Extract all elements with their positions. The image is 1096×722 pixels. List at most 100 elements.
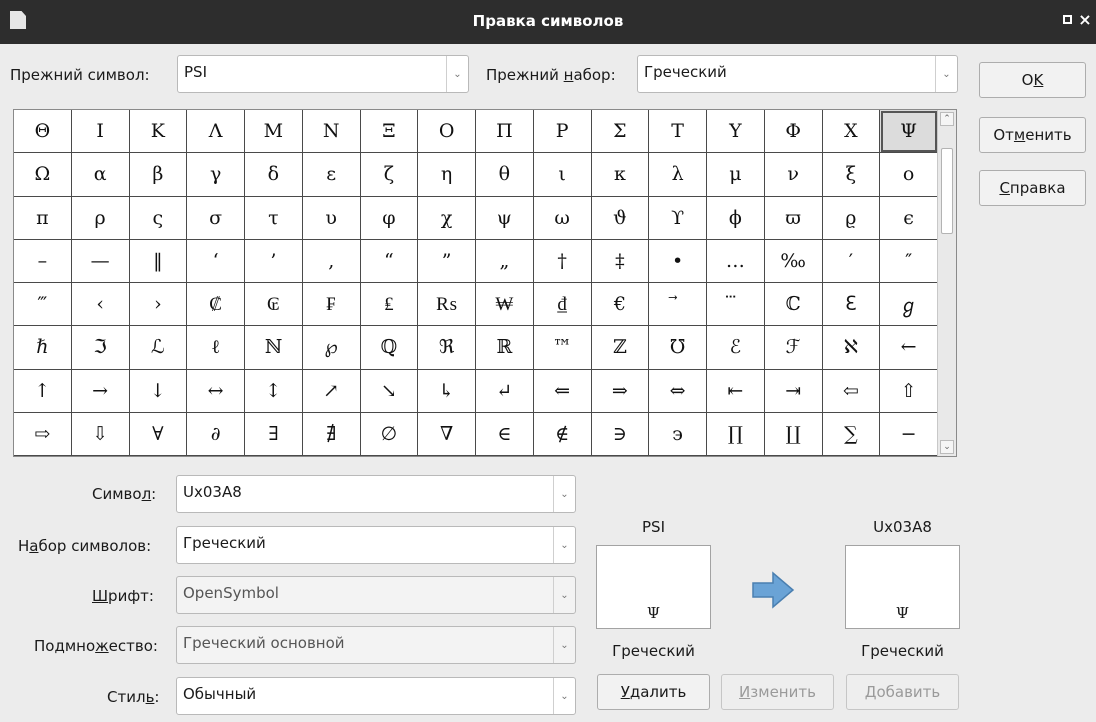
- maximize-icon[interactable]: [1058, 10, 1076, 30]
- symbol-cell[interactable]: α: [71, 153, 130, 197]
- symbol-cell[interactable]: Π: [476, 110, 534, 154]
- symbol-cell[interactable]: ℒ: [129, 326, 188, 370]
- modify-button[interactable]: Изменить: [721, 674, 834, 710]
- symbol-cell[interactable]: ∃: [245, 412, 303, 456]
- symbol-cell[interactable]: “: [360, 239, 419, 283]
- symbol-cell[interactable]: λ: [649, 153, 707, 197]
- scroll-up-icon[interactable]: ⌃: [940, 112, 954, 126]
- ok-button[interactable]: OK: [979, 62, 1086, 98]
- symbol-cell[interactable]: ϕ: [707, 196, 765, 240]
- symbol-cell[interactable]: ℇ: [822, 283, 881, 327]
- symbol-cell[interactable]: Μ: [245, 110, 303, 154]
- old-set-combobox[interactable]: Греческий ⌄: [637, 55, 958, 93]
- symbol-cell[interactable]: κ: [591, 153, 650, 197]
- symbol-cell[interactable]: –: [14, 239, 72, 283]
- symbol-cell[interactable]: ⇥: [764, 369, 823, 413]
- symbol-cell[interactable]: ℰ: [707, 326, 765, 370]
- symbol-cell[interactable]: Φ: [764, 110, 823, 154]
- symbol-cell[interactable]: Λ: [187, 110, 245, 154]
- symbol-cell[interactable]: ‰: [764, 239, 823, 283]
- symbol-cell[interactable]: ι: [533, 153, 592, 197]
- symbol-cell[interactable]: Σ: [591, 110, 650, 154]
- symbol-cell[interactable]: ε: [302, 153, 361, 197]
- symbol-cell[interactable]: ⇧: [880, 369, 938, 413]
- symbol-cell[interactable]: ρ: [71, 196, 130, 240]
- symbol-combobox[interactable]: Ux03A8 ⌄: [176, 475, 576, 513]
- symbol-cell[interactable]: ℝ: [476, 326, 534, 370]
- symbol-cell[interactable]: Ν: [302, 110, 361, 154]
- symbol-cell[interactable]: ‹: [71, 283, 130, 327]
- help-button[interactable]: Справка: [979, 170, 1086, 206]
- chevron-down-icon[interactable]: ⌄: [553, 527, 575, 563]
- symbol-cell[interactable]: ∋: [591, 412, 650, 456]
- symbol-cell[interactable]: β: [129, 153, 188, 197]
- symbol-cell[interactable]: ₩: [476, 283, 534, 327]
- symbol-cell[interactable]: •: [649, 239, 707, 283]
- symbol-cell[interactable]: ⇒: [591, 369, 650, 413]
- symbol-cell[interactable]: €: [591, 283, 650, 327]
- symbol-cell[interactable]: ↑: [14, 369, 72, 413]
- old-symbol-combobox[interactable]: PSI ⌄: [177, 55, 469, 93]
- symbol-cell[interactable]: †: [533, 239, 592, 283]
- symbol-cell[interactable]: ⇤: [707, 369, 765, 413]
- symbol-cell[interactable]: ζ: [360, 153, 419, 197]
- symbol-cell[interactable]: ⇦: [822, 369, 881, 413]
- symbol-cell[interactable]: φ: [360, 196, 419, 240]
- symbol-cell[interactable]: ∉: [533, 412, 592, 456]
- symbol-cell[interactable]: ∂: [187, 412, 245, 456]
- symbol-cell[interactable]: ϱ: [822, 196, 881, 240]
- symbol-cell[interactable]: ’: [245, 239, 303, 283]
- symbol-cell[interactable]: ₤: [360, 283, 419, 327]
- symbol-cell[interactable]: π: [14, 196, 72, 240]
- symbol-cell[interactable]: ₢: [245, 283, 303, 327]
- symbol-cell[interactable]: ν: [764, 153, 823, 197]
- symbol-cell[interactable]: ο: [880, 153, 938, 197]
- symbol-cell[interactable]: ∈: [476, 412, 534, 456]
- symbol-cell[interactable]: υ: [302, 196, 361, 240]
- symbol-cell[interactable]: ₫: [533, 283, 592, 327]
- symbol-cell[interactable]: ℱ: [764, 326, 823, 370]
- symbol-cell[interactable]: ‴: [14, 283, 72, 327]
- symbol-cell[interactable]: „: [476, 239, 534, 283]
- symbol-cell[interactable]: ⇐: [533, 369, 592, 413]
- symbol-cell[interactable]: ς: [129, 196, 188, 240]
- symbol-cell[interactable]: ξ: [822, 153, 881, 197]
- symbol-cell[interactable]: ℘: [302, 326, 361, 370]
- chevron-down-icon[interactable]: ⌄: [446, 56, 468, 92]
- delete-button[interactable]: Удалить: [597, 674, 710, 710]
- symbol-cell[interactable]: ℓ: [187, 326, 245, 370]
- symbol-cell[interactable]: Τ: [649, 110, 707, 154]
- symbol-cell[interactable]: ϒ: [649, 196, 707, 240]
- symbol-cell[interactable]: Υ: [707, 110, 765, 154]
- symbol-cell[interactable]: Ρ: [533, 110, 592, 154]
- symbol-cell[interactable]: ϵ: [880, 196, 938, 240]
- symbol-cell[interactable]: ϑ: [591, 196, 650, 240]
- symbol-cell[interactable]: ℵ: [822, 326, 881, 370]
- symbol-cell[interactable]: ⃛: [707, 283, 765, 327]
- symbol-cell[interactable]: Ω: [14, 153, 72, 197]
- symbol-cell[interactable]: δ: [245, 153, 303, 197]
- symbol-cell[interactable]: τ: [245, 196, 303, 240]
- symbol-cell[interactable]: ℧: [649, 326, 707, 370]
- symbol-cell[interactable]: —: [71, 239, 130, 283]
- symbol-cell[interactable]: ∐: [764, 412, 823, 456]
- symbol-cell[interactable]: ℤ: [591, 326, 650, 370]
- scrollbar-thumb[interactable]: [941, 148, 953, 234]
- symbol-cell[interactable]: ψ: [476, 196, 534, 240]
- symbol-cell[interactable]: ‚: [302, 239, 361, 283]
- symbol-cell[interactable]: ℚ: [360, 326, 419, 370]
- symbol-cell[interactable]: ⇩: [71, 412, 130, 456]
- symbol-cell[interactable]: ←: [880, 326, 938, 370]
- symbol-cell[interactable]: ↔: [187, 369, 245, 413]
- cancel-button[interactable]: Отменить: [979, 117, 1086, 153]
- symbol-cell[interactable]: χ: [418, 196, 476, 240]
- symbol-cell[interactable]: σ: [187, 196, 245, 240]
- symbol-cell[interactable]: ↗: [302, 369, 361, 413]
- symbol-cell[interactable]: ‡: [591, 239, 650, 283]
- symbol-cell[interactable]: ℜ: [418, 326, 476, 370]
- symbol-cell[interactable]: ω: [533, 196, 592, 240]
- symbol-cell[interactable]: Ι: [71, 110, 130, 154]
- close-icon[interactable]: ×: [1076, 10, 1094, 30]
- symbol-cell[interactable]: ”: [418, 239, 476, 283]
- symbol-cell[interactable]: ℂ: [764, 283, 823, 327]
